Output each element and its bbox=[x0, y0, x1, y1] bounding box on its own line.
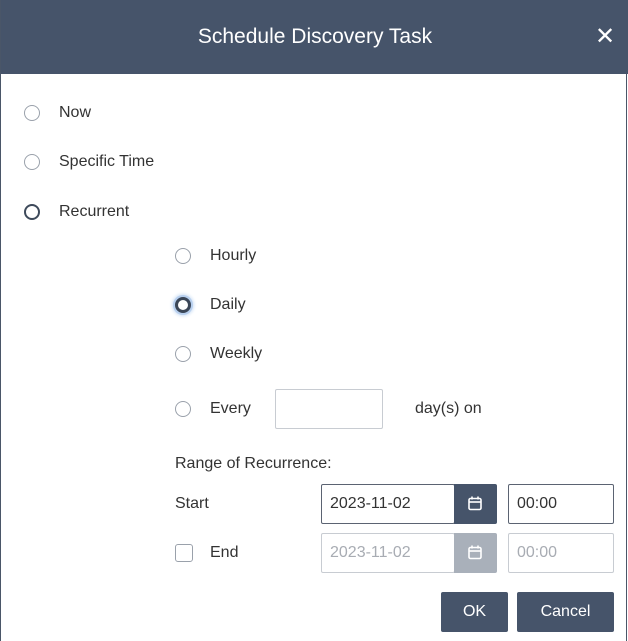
dialog-title: Schedule Discovery Task bbox=[197, 25, 433, 48]
radio-weekly[interactable] bbox=[175, 346, 191, 362]
schedule-dialog: Schedule Discovery Task ✕ Now Specific T… bbox=[0, 0, 628, 641]
radio-every-label: Every bbox=[210, 400, 251, 417]
end-date-value: 2023-11-02 bbox=[330, 544, 411, 561]
end-calendar-button[interactable] bbox=[454, 533, 497, 573]
range-heading: Range of Recurrence: bbox=[175, 455, 332, 472]
start-date-value: 2023-11-02 bbox=[330, 495, 411, 512]
end-checkbox[interactable] bbox=[175, 544, 193, 562]
end-time-value: 00:00 bbox=[517, 544, 558, 561]
calendar-icon bbox=[468, 545, 482, 560]
radio-now[interactable] bbox=[24, 105, 40, 121]
start-label: Start bbox=[175, 495, 209, 512]
every-days-input[interactable] bbox=[275, 389, 383, 429]
end-time-input[interactable]: 00:00 bbox=[508, 533, 614, 573]
end-date-input[interactable]: 2023-11-02 bbox=[321, 533, 455, 573]
start-date-input[interactable]: 2023-11-02 bbox=[321, 484, 455, 524]
radio-hourly-label: Hourly bbox=[210, 247, 257, 264]
radio-every[interactable] bbox=[175, 401, 191, 417]
days-on-label: day(s) on bbox=[415, 400, 482, 417]
radio-recurrent[interactable] bbox=[24, 204, 40, 220]
radio-now-label: Now bbox=[59, 104, 92, 121]
start-time-value: 00:00 bbox=[517, 495, 558, 512]
calendar-icon bbox=[468, 496, 482, 511]
radio-hourly[interactable] bbox=[175, 248, 191, 264]
radio-recurrent-label: Recurrent bbox=[59, 203, 130, 220]
ok-button[interactable]: OK bbox=[441, 592, 508, 632]
start-time-input[interactable]: 00:00 bbox=[508, 484, 614, 524]
end-label: End bbox=[210, 544, 239, 561]
start-calendar-button[interactable] bbox=[454, 484, 497, 524]
close-icon[interactable]: ✕ bbox=[590, 20, 620, 54]
radio-specific-time[interactable] bbox=[24, 154, 40, 170]
radio-specific-time-label: Specific Time bbox=[59, 153, 155, 170]
radio-daily-label: Daily bbox=[210, 296, 246, 313]
radio-daily[interactable] bbox=[175, 297, 191, 313]
cancel-button[interactable]: Cancel bbox=[517, 592, 614, 632]
radio-weekly-label: Weekly bbox=[210, 345, 263, 362]
